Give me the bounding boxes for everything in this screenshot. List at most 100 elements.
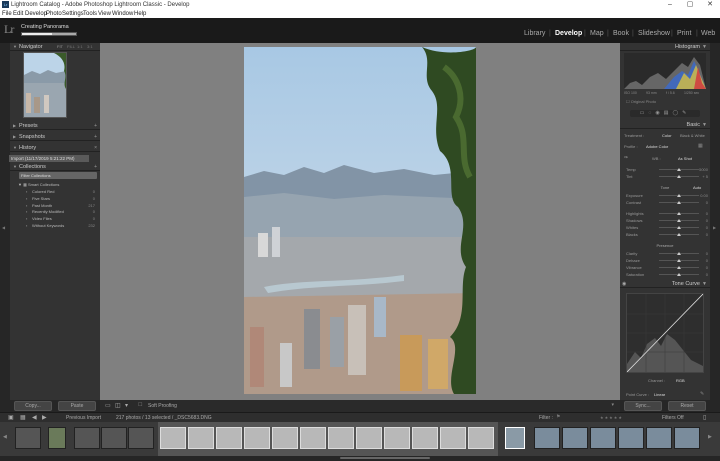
slider-track[interactable] [659,266,699,269]
slider-handle[interactable] [677,194,681,197]
radial-tool-icon[interactable]: ◯ [673,110,683,116]
add-snapshot-icon[interactable]: + [94,133,97,141]
zoom-fit[interactable]: FIT [57,43,63,51]
flag-filter-icon[interactable]: ⚑ [556,414,560,420]
slider-track[interactable] [659,201,699,204]
tone-curve-header[interactable]: ◉ Tone Curve ▼ [620,280,710,288]
slider-value[interactable]: 0.00 [700,193,708,198]
sync-button[interactable]: Sync... [624,401,662,411]
histogram-header[interactable]: Histogram ▼ [620,43,710,51]
filmstrip-thumb-selected[interactable] [188,427,214,449]
collection-item[interactable]: ▪ Recently Modified 0 [10,209,100,215]
slider-handle[interactable] [677,226,681,229]
collection-item[interactable]: ▪ Five Stars 0 [10,196,100,202]
filmstrip-thumb[interactable] [618,427,644,449]
slider-blacks[interactable]: Blacks 0 [624,232,710,237]
module-print[interactable]: Print [677,30,691,37]
add-preset-icon[interactable]: + [94,122,97,130]
slider-track[interactable] [659,175,699,178]
profile-browser-icon[interactable]: ▦ [698,143,703,149]
filmstrip-scrollbar[interactable] [340,457,430,459]
yy-view-icon[interactable]: ▾ [125,402,128,409]
filmstrip-thumb[interactable] [74,427,100,449]
filmstrip-thumb-selected[interactable] [440,427,466,449]
collections-header[interactable]: ▼ Collections + [10,163,100,171]
menu-settings[interactable]: Settings [62,10,84,18]
filmstrip-thumb[interactable] [646,427,672,449]
slider-track[interactable] [659,226,699,229]
slider-track[interactable] [659,219,699,222]
module-web[interactable]: Web [701,30,715,37]
slider-dehaze[interactable]: Dehaze 0 [624,258,710,263]
menu-photo[interactable]: Photo [46,10,62,18]
slider-whites[interactable]: Whites 0 [624,225,710,230]
slider-value[interactable]: + 5 [702,174,708,179]
zoom-3-1[interactable]: 3:1 [87,43,93,51]
profile-select[interactable]: Adobe Color [646,144,668,149]
collection-item[interactable]: ▪ Without Keywords 232 [10,223,100,229]
slider-handle[interactable] [677,233,681,236]
navigator-header[interactable]: ▼ Navigator FIT FILL 1:1 3:1 [10,43,100,51]
menu-edit[interactable]: Edit [13,10,23,18]
history-header[interactable]: ▼ History × [10,144,100,152]
slider-value[interactable]: 5000 [699,167,708,172]
filmstrip-thumb-selected[interactable] [300,427,326,449]
copy-button[interactable]: Copy... [14,401,52,411]
slider-handle[interactable] [677,175,681,178]
star-filter-icon[interactable]: ★★★★★ [600,415,623,420]
slider-track[interactable] [659,212,699,215]
tone-curve-graph[interactable] [626,293,704,373]
slider-handle[interactable] [677,212,681,215]
menu-tools[interactable]: Tools [83,10,97,18]
slider-handle[interactable] [677,219,681,222]
slider-track[interactable] [659,252,699,255]
slider-highlights[interactable]: Highlights 0 [624,211,710,216]
forward-icon[interactable]: ▶ [42,414,47,421]
filmstrip-thumb[interactable] [590,427,616,449]
filmstrip-thumb-selected[interactable] [272,427,298,449]
point-curve-select[interactable]: Linear [654,392,665,397]
zoom-fill[interactable]: FILL [67,43,75,51]
filmstrip-thumb[interactable] [15,427,41,449]
filmstrip-thumb[interactable] [674,427,700,449]
filmstrip-scroll-right-icon[interactable]: ▶ [708,434,712,440]
collection-item[interactable]: ▪ Video Files 0 [10,216,100,222]
back-icon[interactable]: ◀ [32,414,37,421]
history-item[interactable]: Import (11/17/2019 5:21:22 PM) [9,155,89,162]
auto-tone-button[interactable]: Auto [693,185,701,190]
snapshots-header[interactable]: ▶ Snapshots + [10,133,100,141]
filmstrip-thumb-active[interactable] [505,427,525,449]
slider-handle[interactable] [677,273,681,276]
histogram-graph[interactable] [624,53,706,89]
grid-view-icon[interactable]: ▦ [20,414,26,421]
slider-value[interactable]: 0 [706,200,708,205]
eyedropper-icon[interactable]: ✑ [624,155,628,161]
module-library[interactable]: Library [524,30,545,37]
menu-window[interactable]: Window [112,10,133,18]
menu-help[interactable]: Help [134,10,146,18]
slider-handle[interactable] [677,266,681,269]
filmstrip-thumb-selected[interactable] [216,427,242,449]
slider-saturation[interactable]: Saturation 0 [624,272,710,277]
add-collection-icon[interactable]: + [94,163,97,171]
collection-item[interactable]: ▪ Past Month 217 [10,203,100,209]
tool-strip[interactable]: ▭◌◉▤◯✎ [630,110,700,117]
module-map[interactable]: Map [590,30,604,37]
slider-value[interactable]: 0 [706,258,708,263]
menu-develop[interactable]: Develop [25,10,47,18]
filmstrip-thumb-selected[interactable] [328,427,354,449]
slider-value[interactable]: 0 [706,232,708,237]
slider-track[interactable] [659,273,699,276]
menu-view[interactable]: View [98,10,111,18]
wb-select[interactable]: As Shot [678,156,692,161]
slider-track[interactable] [659,168,699,171]
smart-collections-set[interactable]: ▼ ▦ Smart Collections [10,182,100,188]
treatment-bw[interactable]: Black & White [680,133,705,138]
collapse-left-icon[interactable]: ◀ [2,225,5,230]
menu-file[interactable]: File [2,10,12,18]
reset-button[interactable]: Reset [668,401,706,411]
filmstrip-scroll-left-icon[interactable]: ◀ [3,434,7,440]
treatment-color[interactable]: Color [662,133,672,138]
slider-value[interactable]: 0 [706,251,708,256]
original-photo-label[interactable]: ☐ Original Photo [626,99,656,104]
